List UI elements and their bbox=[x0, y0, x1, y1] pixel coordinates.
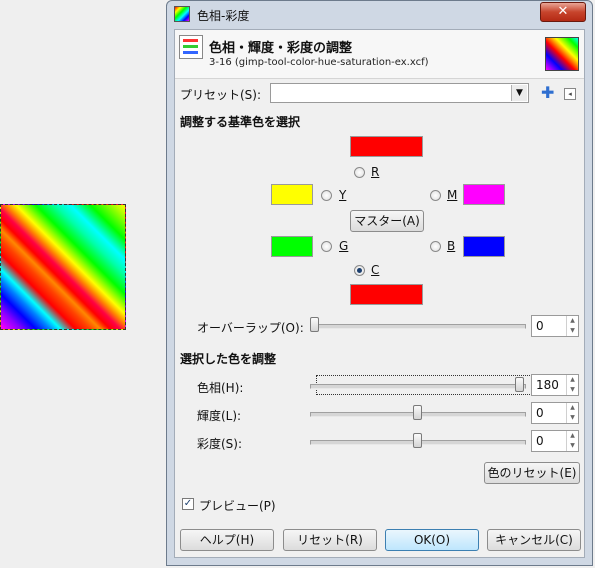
saturation-label: 彩度(S): bbox=[197, 437, 243, 451]
hue-saturation-dialog: 色相-彩度 ✕ 色相・輝度・彩度の調整 3-16 (gimp-tool-colo… bbox=[166, 0, 593, 566]
add-preset-icon[interactable]: ✚ bbox=[541, 83, 554, 102]
titlebar[interactable]: 色相-彩度 ✕ bbox=[167, 1, 592, 29]
reset-color-button[interactable]: 色のリセット(E) bbox=[484, 462, 580, 484]
image-preview bbox=[0, 204, 126, 330]
master-button[interactable]: マスター(A) bbox=[350, 210, 424, 232]
overlap-label: オーバーラップ(O): bbox=[197, 321, 304, 335]
spin-arrows-icon[interactable]: ▲ ▼ bbox=[566, 403, 578, 423]
swatch-g bbox=[271, 236, 313, 257]
label-g: G bbox=[339, 239, 349, 253]
radio-c[interactable] bbox=[354, 265, 365, 276]
preview-label[interactable]: プレビュー(P) bbox=[199, 497, 276, 514]
dialog-heading: 色相・輝度・彩度の調整 bbox=[209, 41, 353, 56]
lightness-value: 0 bbox=[536, 406, 544, 420]
spin-arrows-icon[interactable]: ▲ ▼ bbox=[566, 375, 578, 395]
close-button[interactable]: ✕ bbox=[540, 2, 586, 22]
preview-checkbox[interactable]: ✓ bbox=[182, 498, 194, 510]
overlap-value: 0 bbox=[536, 319, 544, 333]
image-canvas[interactable] bbox=[0, 0, 165, 568]
hue-slider-handle[interactable] bbox=[515, 377, 524, 392]
primary-color-heading: 調整する基準色を選択 bbox=[180, 115, 301, 129]
help-button[interactable]: ヘルプ(H) bbox=[180, 529, 274, 551]
swatch-b bbox=[463, 236, 505, 257]
overlap-slider-handle[interactable] bbox=[310, 317, 319, 332]
hue-value: 180 bbox=[536, 378, 559, 392]
window-title: 色相-彩度 bbox=[197, 9, 250, 23]
hue-saturation-icon bbox=[179, 35, 203, 59]
saturation-slider-handle[interactable] bbox=[413, 433, 422, 448]
hue-label: 色相(H): bbox=[197, 381, 244, 395]
drawable-preview bbox=[545, 37, 579, 71]
lightness-slider-handle[interactable] bbox=[413, 405, 422, 420]
radio-b[interactable] bbox=[430, 241, 441, 252]
dialog-content: 色相・輝度・彩度の調整 3-16 (gimp-tool-color-hue-sa… bbox=[174, 29, 585, 558]
chevron-down-icon[interactable]: ▼ bbox=[511, 85, 527, 101]
hue-spinbutton[interactable]: 180 ▲ ▼ bbox=[531, 374, 579, 396]
radio-y[interactable] bbox=[321, 190, 332, 201]
hue-slider[interactable] bbox=[310, 384, 526, 389]
overlap-slider[interactable] bbox=[310, 324, 526, 329]
label-c: C bbox=[371, 263, 380, 277]
swatch-y bbox=[271, 184, 313, 205]
swatch-m bbox=[463, 184, 505, 205]
spin-arrows-icon[interactable]: ▲ ▼ bbox=[566, 431, 578, 451]
saturation-spinbutton[interactable]: 0 ▲ ▼ bbox=[531, 430, 579, 452]
cancel-button[interactable]: キャンセル(C) bbox=[487, 529, 581, 551]
label-y: Y bbox=[339, 188, 347, 202]
dialog-header: 色相・輝度・彩度の調整 3-16 (gimp-tool-color-hue-sa… bbox=[175, 30, 584, 79]
radio-m[interactable] bbox=[430, 190, 441, 201]
swatch-r bbox=[350, 136, 423, 157]
saturation-value: 0 bbox=[536, 434, 544, 448]
reset-button[interactable]: リセット(R) bbox=[283, 529, 377, 551]
lightness-label: 輝度(L): bbox=[197, 409, 242, 423]
preset-label: プリセット(S): bbox=[180, 88, 262, 102]
overlap-spinbutton[interactable]: 0 ▲ ▼ bbox=[531, 315, 579, 337]
preset-combo[interactable]: ▼ bbox=[270, 83, 529, 103]
spin-arrows-icon[interactable]: ▲ ▼ bbox=[566, 316, 578, 336]
image-name: 3-16 (gimp-tool-color-hue-saturation-ex.… bbox=[209, 57, 429, 68]
swatch-c bbox=[350, 284, 423, 305]
label-m: M bbox=[447, 188, 458, 202]
radio-r[interactable] bbox=[354, 167, 365, 178]
ok-button[interactable]: OK(O) bbox=[385, 529, 479, 551]
app-icon bbox=[174, 6, 190, 22]
adjust-heading: 選択した色を調整 bbox=[180, 352, 277, 366]
label-b: B bbox=[447, 239, 456, 253]
preset-menu-icon[interactable]: ◂ bbox=[564, 88, 576, 100]
lightness-spinbutton[interactable]: 0 ▲ ▼ bbox=[531, 402, 579, 424]
label-r: R bbox=[371, 165, 380, 179]
radio-g[interactable] bbox=[321, 241, 332, 252]
